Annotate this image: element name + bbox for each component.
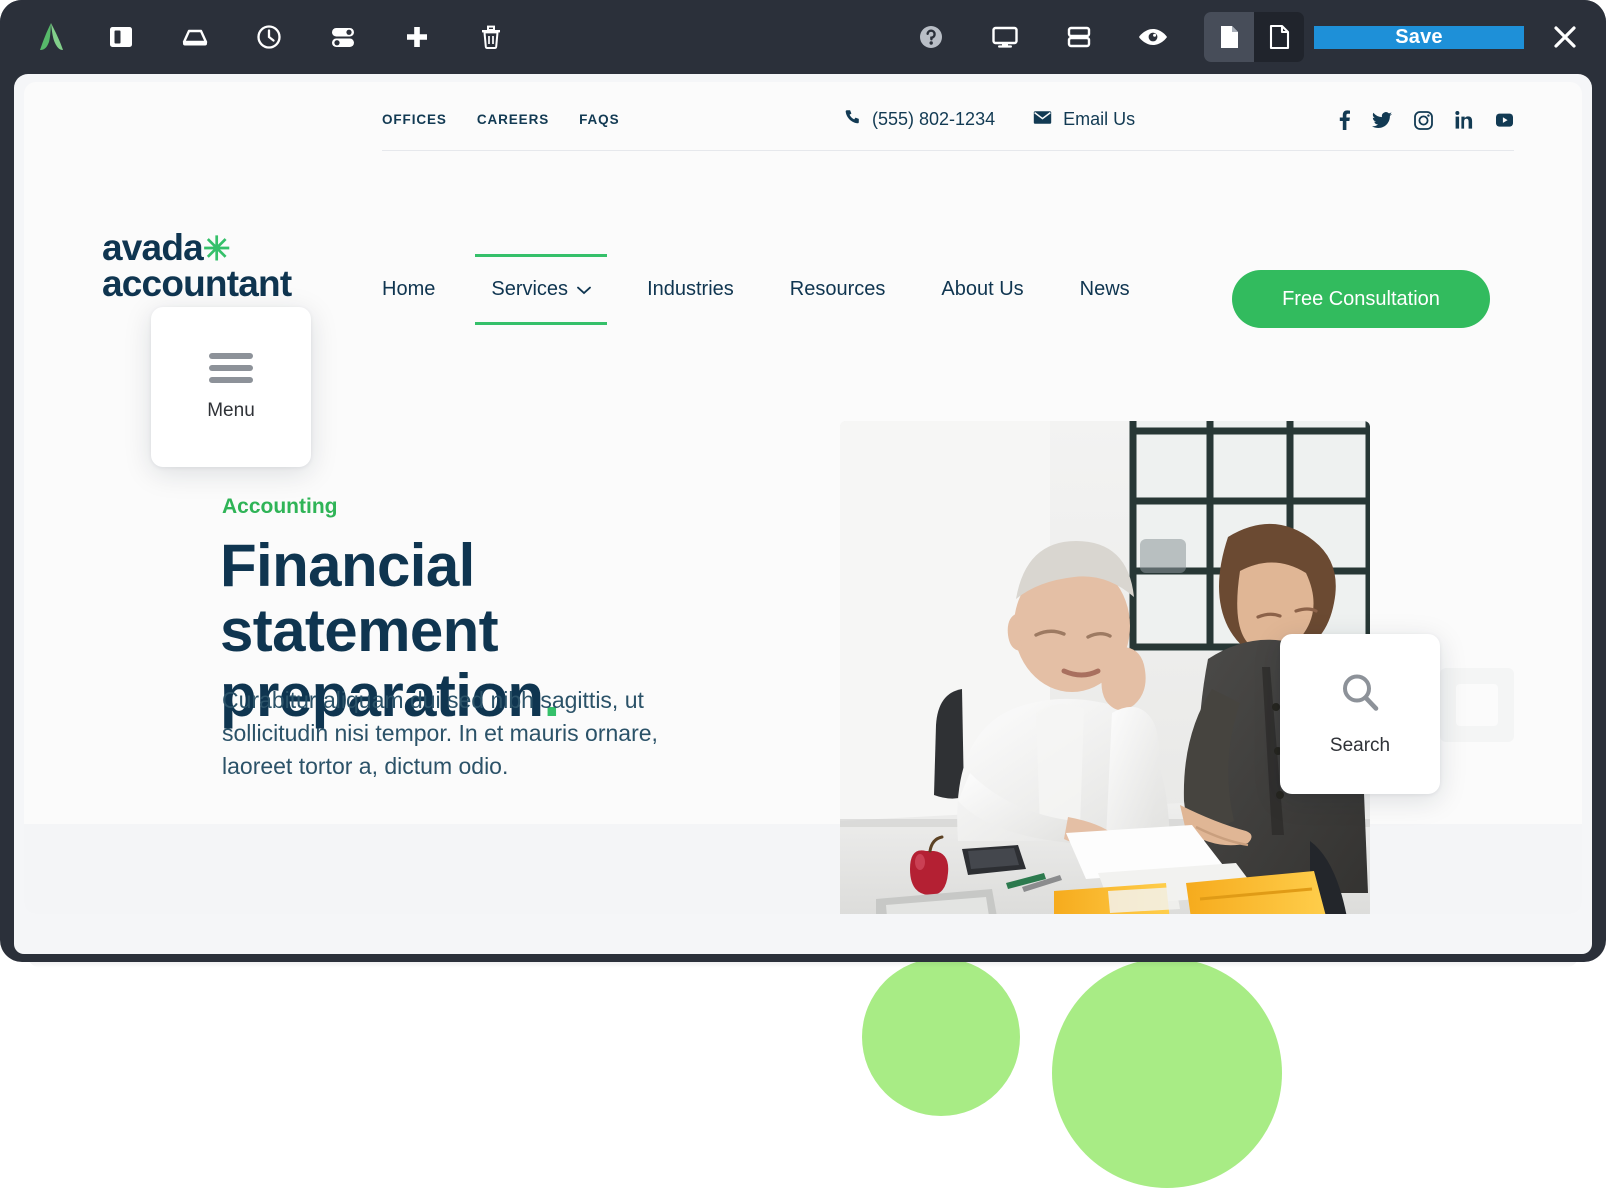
nav-label: News: [1079, 278, 1130, 300]
layout-rows-icon[interactable]: [1042, 0, 1116, 74]
page-outline-icon[interactable]: [1254, 12, 1304, 62]
rendered-site: OFFICES CAREERS FAQS (555) 802-1234 Emai…: [24, 82, 1582, 914]
topbar-link-list: OFFICES CAREERS FAQS: [382, 112, 619, 127]
topbar-link-faqs[interactable]: FAQS: [579, 112, 619, 127]
nav-item-about-us[interactable]: About Us: [941, 264, 1023, 315]
nav-item-resources[interactable]: Resources: [790, 264, 886, 315]
page-filled-icon[interactable]: [1204, 12, 1254, 62]
preview-eye-icon[interactable]: [1116, 0, 1190, 74]
menu-tool-card[interactable]: Menu: [151, 307, 311, 467]
site-topbar: OFFICES CAREERS FAQS (555) 802-1234 Emai…: [24, 82, 1582, 154]
search-tool-card[interactable]: Search: [1280, 634, 1440, 794]
free-consultation-button[interactable]: Free Consultation: [1232, 270, 1490, 328]
hamburger-icon: [209, 352, 253, 383]
page-template-toggle-group: [1204, 12, 1304, 62]
chevron-down-icon: [577, 278, 591, 301]
builder-toolbar: Save: [0, 0, 1606, 74]
hero-eyebrow: Accounting: [222, 495, 338, 518]
nav-label: Industries: [647, 278, 734, 300]
phone-link[interactable]: (555) 802-1234: [844, 108, 995, 130]
responsive-desktop-icon[interactable]: [968, 0, 1042, 74]
topbar-link-careers[interactable]: CAREERS: [477, 112, 549, 127]
options-icon[interactable]: [306, 0, 380, 74]
nav-item-news[interactable]: News: [1080, 264, 1130, 315]
linkedin-icon[interactable]: [1455, 111, 1473, 129]
avada-logo-icon[interactable]: [18, 0, 84, 74]
phone-number: (555) 802-1234: [872, 108, 996, 129]
library-icon[interactable]: [158, 0, 232, 74]
search-card-label: Search: [1329, 735, 1391, 756]
youtube-icon[interactable]: [1495, 111, 1514, 129]
phone-icon: [844, 108, 861, 130]
topbar-divider: [382, 150, 1514, 151]
close-builder-button[interactable]: [1524, 22, 1606, 52]
facebook-icon[interactable]: [1339, 110, 1350, 130]
hero-title-line-1: Financial statement: [220, 532, 499, 664]
nav-item-services[interactable]: Services: [475, 254, 607, 325]
instagram-icon[interactable]: [1414, 110, 1433, 130]
trash-icon[interactable]: [454, 0, 528, 74]
site-logo[interactable]: avada✳ accountant: [102, 227, 332, 304]
nav-label: Services: [491, 278, 569, 300]
topbar-contact-block: (555) 802-1234 Email Us: [844, 108, 1135, 130]
email-link[interactable]: Email Us: [1033, 109, 1135, 130]
add-element-icon[interactable]: [380, 0, 454, 74]
nav-item-industries[interactable]: Industries: [647, 264, 734, 315]
logo-line-2: accountant: [102, 262, 292, 304]
envelope-icon: [1033, 109, 1052, 130]
decor-circle-small: [862, 958, 1020, 1116]
search-icon: [1339, 671, 1381, 718]
topbar-link-offices[interactable]: OFFICES: [382, 112, 447, 127]
save-button[interactable]: Save: [1314, 25, 1524, 49]
logo-word-avada: avada: [102, 227, 204, 268]
nav-label: About Us: [941, 278, 1024, 300]
builder-canvas: OFFICES CAREERS FAQS (555) 802-1234 Emai…: [14, 74, 1592, 954]
social-icon-list: [1339, 110, 1514, 130]
hero-paragraph: Curabitur aliquam dui sed nibh sagittis,…: [222, 687, 658, 779]
menu-card-label: Menu: [207, 399, 255, 421]
nav-label: Resources: [789, 278, 886, 300]
help-icon[interactable]: [894, 0, 968, 74]
nav-label: Home: [382, 278, 436, 300]
logo-asterisk-icon: ✳: [202, 230, 231, 267]
toolbar-right-group: Save: [894, 0, 1606, 74]
nav-item-home[interactable]: Home: [382, 264, 435, 315]
history-icon[interactable]: [232, 0, 306, 74]
sidebar-panel-icon[interactable]: [84, 0, 158, 74]
decor-circle-large: [1052, 958, 1282, 1188]
toolbar-left-group: [0, 0, 528, 74]
logo-line-1: avada✳: [102, 227, 332, 268]
site-main-nav: Home Services Industries Resources About…: [382, 254, 1186, 325]
twitter-icon[interactable]: [1372, 111, 1392, 129]
email-label: Email Us: [1063, 108, 1136, 129]
page-builder-window: Save OFFICES CAREERS FAQS (555) 802-1234…: [0, 0, 1606, 962]
